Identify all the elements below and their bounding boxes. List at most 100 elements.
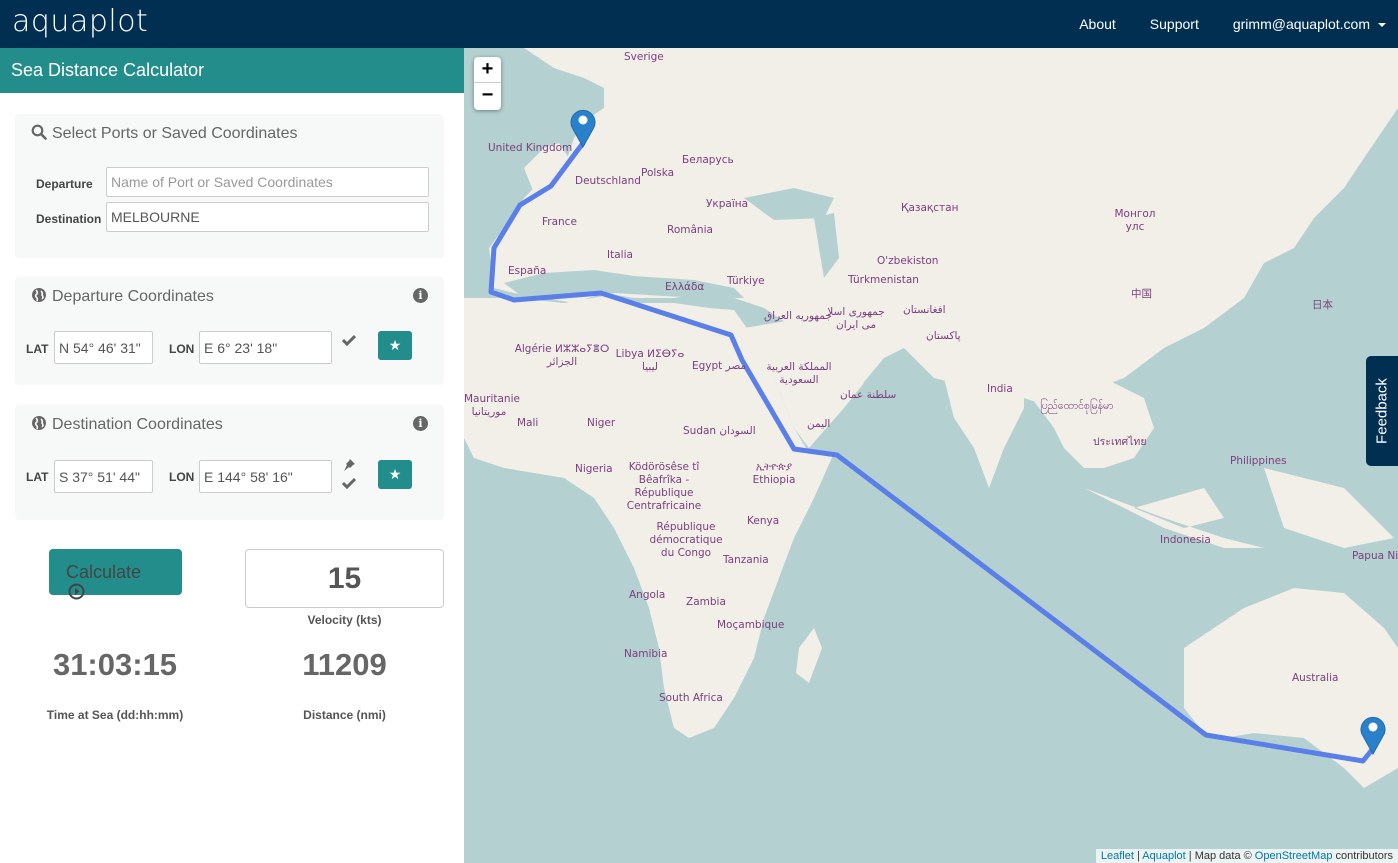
map-label: Монгол улс [1114,208,1156,233]
feedback-tab[interactable]: Feedback [1366,356,1398,466]
sidebar-title: Sea Distance Calculator [0,48,464,93]
destination-coordinates-panel: Destination Coordinates i LAT S 37° 51' … [15,405,444,520]
osm-link[interactable]: OpenStreetMap [1255,850,1333,862]
departure-coordinates-title: Departure Coordinates [31,287,214,306]
destination-port-input[interactable]: MELBOURNE [106,202,429,232]
star-icon: ★ [388,466,402,482]
checkmark-icon[interactable] [341,333,357,351]
calculate-label: Calculate [66,562,142,582]
map-label: ኢትዮጵያ Ethiopia [752,461,796,486]
aquaplot-link[interactable]: Aquaplot [1142,850,1185,862]
leaflet-link[interactable]: Leaflet [1101,850,1134,862]
map-label: المملكة العربية السعودية [766,361,832,386]
map-attribution: Leaflet | Aquaplot | Map data © OpenStre… [1095,849,1398,863]
zoom-control: + − [474,57,501,110]
destination-lat-input[interactable]: S 37° 51' 44" [54,460,153,493]
star-icon: ★ [388,337,402,353]
map-label: Sverige [624,51,664,63]
map-label: Libya ⵍⵉⴱⵢⴰ ليبيا [615,348,685,373]
map-label: O'zbekiston [877,255,939,267]
map-label: سلطنة عمان [840,389,897,401]
map-data-text: Map data © [1194,850,1252,862]
distance-value: 11209 [302,647,387,682]
aquaplot-logo[interactable]: aquaplot [12,4,148,39]
destination-lat-label: LAT [26,470,49,484]
map-label: Egypt مصر [692,360,747,372]
map-label: پاکستان [926,330,961,342]
map-label: Niger [587,417,616,429]
map-label: România [667,224,713,236]
map-label: Italia [607,249,633,261]
calculate-button[interactable]: Calculate [49,549,182,600]
destination-marker-icon[interactable] [1360,715,1386,755]
sidebar: Sea Distance Calculator Select Ports or … [0,48,464,863]
destination-lon-input[interactable]: E 144° 58' 16" [199,460,332,493]
map-label: Polska [641,167,675,179]
departure-lat-input[interactable]: N 54° 46' 31" [54,331,153,364]
map-label: Angola [629,589,666,601]
port-select-title: Select Ports or Saved Coordinates [31,124,297,143]
time-at-sea-label: Time at Sea (dd:hh:mm) [46,708,184,722]
checkmark-icon[interactable] [341,476,357,494]
destination-coordinates-title-text: Destination Coordinates [52,416,223,433]
map-label: South Africa [659,692,723,704]
pin-icon[interactable] [342,458,356,477]
map-label: Mali [517,417,539,429]
departure-marker-icon[interactable] [570,108,596,148]
globe-icon [31,287,47,303]
map-label: ပြည်ထောင်စုမြန်မာ [1040,400,1114,412]
distance-label: Distance (nmi) [303,708,386,722]
map-label: Беларусь [682,154,734,166]
port-select-title-text: Select Ports or Saved Coordinates [52,125,298,142]
map-label: Mauritanie موريتانيا [464,393,520,418]
map-label: République démocratique du Congo [649,521,723,559]
zoom-out-button[interactable]: − [474,83,501,109]
departure-label: Departure [36,177,93,191]
map-label: 中国 [1131,288,1152,300]
info-icon[interactable]: i [413,288,428,303]
map-label: Ködörösêse tî Bêafrîka - République Cent… [626,461,702,512]
map-view[interactable]: Sverige United Kingdom Беларусь Polska D… [464,48,1398,863]
map-label: Indonesia [1160,534,1211,546]
map-label: España [508,265,547,277]
map-label: Ελλάδα [665,281,705,293]
map-label: ประเทศไทย [1093,436,1147,448]
map-label: Moçambique [717,619,785,631]
map-label: Australia [1292,672,1339,684]
contributors-text: contributors [1335,850,1393,862]
user-menu-dropdown[interactable]: grimm@aquaplot.com [1233,16,1386,32]
user-email: grimm@aquaplot.com [1232,16,1370,32]
zoom-in-button[interactable]: + [474,57,501,83]
save-destination-button[interactable]: ★ [378,460,412,489]
departure-coordinates-title-text: Departure Coordinates [52,288,214,305]
destination-label: Destination [36,212,102,226]
velocity-label: Velocity (kts) [307,613,382,627]
map-label: Papua Ni [1352,550,1398,562]
map-label: Україна [706,198,749,210]
departure-port-input[interactable]: Name of Port or Saved Coordinates [106,167,429,197]
map-label: جمهوری اسلا می ایران [827,306,885,331]
map-label: Sudan السودان [683,425,756,437]
map-label: Tanzania [723,554,769,566]
destination-lon-label: LON [169,470,195,484]
map-label: France [542,216,577,228]
save-departure-button[interactable]: ★ [378,331,412,360]
map-label: Қазақстан [901,202,959,214]
departure-lon-input[interactable]: E 6° 23' 18" [199,331,332,364]
port-select-panel: Select Ports or Saved Coordinates Depart… [15,114,444,258]
departure-lat-label: LAT [26,342,49,356]
time-at-sea-value: 31:03:15 [52,647,178,682]
caret-down-icon [1378,23,1386,28]
nav-support-link[interactable]: Support [1150,16,1199,32]
nav-about-link[interactable]: About [1079,16,1116,32]
map-label: India [987,383,1013,395]
map-label: 日本 [1312,299,1333,311]
top-navbar: aquaplot About Support grimm@aquaplot.co… [0,0,1398,48]
map-label: Namibia [624,648,668,660]
map-label: Deutschland [575,175,641,187]
destination-coordinates-title: Destination Coordinates [31,415,223,434]
info-icon[interactable]: i [413,416,428,431]
map-label: Algérie ⵍⵣⵣⴰⵢⴻⵔ الجزائر [514,343,610,368]
departure-coordinates-panel: Departure Coordinates i LAT N 54° 46' 31… [15,277,444,385]
velocity-input[interactable]: 15 [245,549,444,608]
